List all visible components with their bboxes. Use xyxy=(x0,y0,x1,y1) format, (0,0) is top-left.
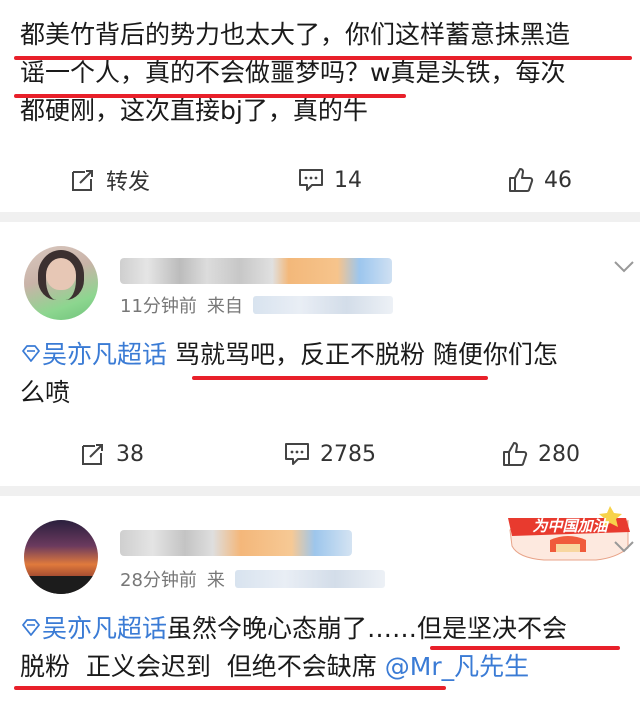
like-button[interactable]: 46 xyxy=(508,160,572,200)
post-3-line-1: 吴亦凡超话虽然今晚心态崩了……但是坚决不会 xyxy=(20,610,626,648)
comment-button[interactable]: 14 xyxy=(298,160,362,200)
chevron-down-icon[interactable] xyxy=(612,254,636,278)
post-3-line-2-text: 脱粉 正义会迟到 但绝不会缺席 xyxy=(20,652,385,681)
badge-text: 为中国加油 xyxy=(532,517,608,535)
source-blurred xyxy=(252,296,393,314)
repost-button[interactable]: 38 xyxy=(80,434,144,474)
thumbs-up-icon xyxy=(503,442,528,466)
avatar[interactable] xyxy=(24,246,98,320)
underline-annotation xyxy=(14,94,406,98)
post-1-text: 都美竹背后的势力也太大了，你们这样蓄意抹黑造 谣一个人，真的不会做噩梦吗？w真是… xyxy=(20,16,626,130)
post-2-line-1: 吴亦凡超话 骂就骂吧，反正不脱粉 随便你们怎 xyxy=(20,336,626,374)
post-2: 11分钟前 来自 吴亦凡超话 骂就骂吧，反正不脱粉 随便你们怎 么喷 38 27… xyxy=(0,222,640,484)
comment-count: 2785 xyxy=(320,441,376,467)
post-2-line-1-text: 骂就骂吧，反正不脱粉 随便你们怎 xyxy=(167,340,558,369)
like-count: 46 xyxy=(544,167,572,193)
mention-link[interactable]: @Mr_凡先生 xyxy=(385,652,529,681)
post-1-line-1: 都美竹背后的势力也太大了，你们这样蓄意抹黑造 xyxy=(20,20,571,49)
post-meta: 28分钟前 来 xyxy=(120,566,385,592)
post-source-prefix: 来自 xyxy=(206,296,243,317)
avatar[interactable] xyxy=(24,520,98,594)
post-1-actions: 转发 14 46 xyxy=(0,160,640,200)
post-time: 11分钟前 xyxy=(120,296,197,317)
topic-link[interactable]: 吴亦凡超话 xyxy=(20,340,167,369)
post-2-actions: 38 2785 280 xyxy=(0,434,640,474)
post-3: 28分钟前 来 为中国加油 吴亦凡超话虽然今晚心态崩了……但是坚决不会 脱粉 正… xyxy=(0,496,640,701)
avatar-scene xyxy=(24,576,98,594)
underline-annotation xyxy=(192,376,488,380)
separator xyxy=(0,486,640,496)
diamond-topic-icon xyxy=(22,345,40,362)
source-blurred xyxy=(234,570,385,588)
comment-count: 14 xyxy=(334,167,362,193)
username-blurred[interactable] xyxy=(120,530,352,556)
repost-label: 转发 xyxy=(106,170,151,195)
comment-icon xyxy=(285,443,309,465)
separator xyxy=(0,212,640,222)
avatar-hair xyxy=(38,250,84,300)
username-blurred[interactable] xyxy=(120,258,392,284)
post-2-text: 吴亦凡超话 骂就骂吧，反正不脱粉 随便你们怎 么喷 xyxy=(20,336,626,412)
repost-icon xyxy=(82,444,103,465)
underline-annotation xyxy=(14,56,632,60)
comment-button[interactable]: 2785 xyxy=(284,434,376,474)
post-1: 都美竹背后的势力也太大了，你们这样蓄意抹黑造 谣一个人，真的不会做噩梦吗？w真是… xyxy=(0,0,640,210)
post-3-line-2: 脱粉 正义会迟到 但绝不会缺席 @Mr_凡先生 xyxy=(20,648,626,686)
topic-link[interactable]: 吴亦凡超话 xyxy=(20,614,167,643)
post-source-prefix: 来 xyxy=(206,570,225,591)
thumbs-up-icon xyxy=(509,168,534,192)
topic-label: 吴亦凡超话 xyxy=(42,340,168,369)
comment-icon xyxy=(299,169,323,191)
underline-annotation xyxy=(430,646,620,650)
diamond-topic-icon xyxy=(22,619,40,636)
post-meta: 11分钟前 来自 xyxy=(120,292,393,318)
like-count: 280 xyxy=(538,441,580,467)
repost-count: 38 xyxy=(116,441,144,467)
topic-label: 吴亦凡超话 xyxy=(42,614,168,643)
underline-annotation xyxy=(14,686,446,690)
post-3-line-1-text: 虽然今晚心态崩了……但是坚决不会 xyxy=(167,614,568,643)
like-button[interactable]: 280 xyxy=(502,434,580,474)
repost-icon xyxy=(72,170,93,191)
repost-button[interactable]: 转发 xyxy=(70,160,150,200)
post-time: 28分钟前 xyxy=(120,570,197,591)
chevron-down-icon[interactable] xyxy=(612,534,636,558)
